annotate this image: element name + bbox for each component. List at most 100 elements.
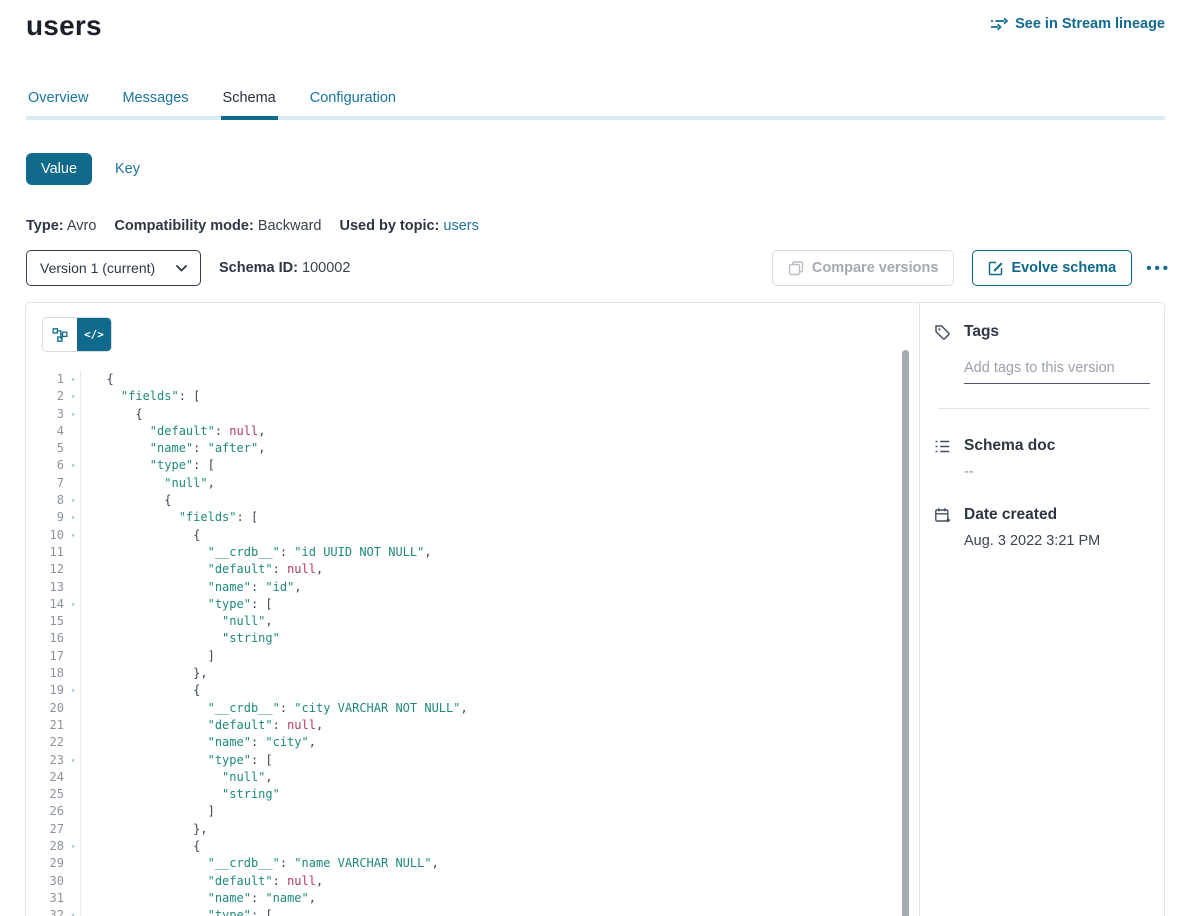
tab-overview[interactable]: Overview: [26, 90, 90, 116]
fold-toggle-icon[interactable]: ▾: [66, 596, 81, 613]
code-line: 21 "default": null,: [26, 717, 919, 734]
version-dropdown[interactable]: Version 1 (current): [26, 250, 201, 286]
compare-versions-label: Compare versions: [812, 260, 939, 276]
line-number: 4: [26, 423, 66, 440]
schema-meta-row: Type: Avro Compatibility mode: Backward …: [26, 218, 1163, 234]
code-editor[interactable]: 1▾ {2▾ "fields": [3▾ {4 "default": null,…: [26, 371, 919, 916]
stream-lineage-icon: [991, 17, 1008, 31]
fold-toggle-icon: [66, 803, 81, 820]
code-view-icon: </>: [84, 328, 104, 341]
tab-schema[interactable]: Schema: [221, 90, 278, 120]
fold-toggle-icon: [66, 423, 81, 440]
code-line-text: "null",: [81, 613, 273, 630]
line-number: 32: [26, 907, 66, 916]
line-number: 8: [26, 492, 66, 509]
tags-section: Tags: [934, 323, 1150, 384]
version-bar: Version 1 (current) Schema ID: 100002 Co…: [26, 250, 1171, 286]
line-number: 15: [26, 613, 66, 630]
line-number: 11: [26, 544, 66, 561]
code-line: 10▾ {: [26, 527, 919, 544]
page-header: users See in Stream lineage: [0, 0, 1189, 42]
code-line-text: "fields": [: [81, 509, 258, 526]
code-line: 2▾ "fields": [: [26, 388, 919, 405]
compare-versions-button[interactable]: Compare versions: [772, 250, 955, 286]
code-line-text: {: [81, 406, 143, 423]
fold-toggle-icon: [66, 440, 81, 457]
evolve-schema-button[interactable]: Evolve schema: [972, 250, 1132, 286]
code-line: 18 },: [26, 665, 919, 682]
compatibility-mode-label: Compatibility mode:: [114, 218, 253, 234]
fold-toggle-icon[interactable]: ▾: [66, 838, 81, 855]
add-tags-input[interactable]: [964, 360, 1150, 384]
tab-configuration[interactable]: Configuration: [308, 90, 398, 116]
code-line: 11 "__crdb__": "id UUID NOT NULL",: [26, 544, 919, 561]
fold-toggle-icon[interactable]: ▾: [66, 388, 81, 405]
fold-toggle-icon: [66, 665, 81, 682]
stream-lineage-link[interactable]: See in Stream lineage: [991, 16, 1165, 32]
line-number: 29: [26, 855, 66, 872]
code-line-text: "default": null,: [81, 423, 265, 440]
schema-type-label: Type:: [26, 218, 64, 234]
code-view-button[interactable]: </>: [77, 318, 111, 351]
code-line-text: "name": "after",: [81, 440, 265, 457]
code-line: 13 "name": "id",: [26, 579, 919, 596]
fold-toggle-icon[interactable]: ▾: [66, 752, 81, 769]
code-line: 17 ]: [26, 648, 919, 665]
code-line-text: {: [81, 838, 200, 855]
code-line: 6▾ "type": [: [26, 457, 919, 474]
code-line-text: "name": "id",: [81, 579, 302, 596]
code-line: 25 "string": [26, 786, 919, 803]
schema-part-toggle: Value Key: [26, 153, 1163, 185]
code-line: 23▾ "type": [: [26, 752, 919, 769]
line-number: 21: [26, 717, 66, 734]
edit-icon: [988, 261, 1003, 276]
schema-doc-section: Schema doc --: [934, 437, 1150, 480]
code-line-text: },: [81, 665, 208, 682]
code-line: 28▾ {: [26, 838, 919, 855]
line-number: 30: [26, 873, 66, 890]
more-actions-button[interactable]: •••: [1146, 261, 1171, 276]
fold-toggle-icon[interactable]: ▾: [66, 371, 81, 388]
fold-toggle-icon: [66, 544, 81, 561]
date-created-heading: Date created: [964, 506, 1150, 524]
fold-toggle-icon[interactable]: ▾: [66, 457, 81, 474]
schema-sidebar: Tags Schema doc -- Date crea: [920, 303, 1164, 916]
code-line-text: "default": null,: [81, 873, 323, 890]
sidebar-divider: [938, 408, 1150, 409]
fold-toggle-icon: [66, 786, 81, 803]
code-line: 24 "null",: [26, 769, 919, 786]
code-line: 14▾ "type": [: [26, 596, 919, 613]
code-line-text: "fields": [: [81, 388, 200, 405]
fold-toggle-icon[interactable]: ▾: [66, 509, 81, 526]
fold-toggle-icon[interactable]: ▾: [66, 907, 81, 916]
schema-editor: </> 1▾ {2▾ "fields": [3▾ {4 "default": n…: [26, 303, 920, 916]
tree-view-button[interactable]: [43, 318, 77, 351]
fold-toggle-icon: [66, 648, 81, 665]
line-number: 17: [26, 648, 66, 665]
schema-doc-value: --: [964, 464, 1150, 480]
editor-vertical-scrollbar[interactable]: [902, 350, 909, 916]
code-line: 26 ]: [26, 803, 919, 820]
tab-messages[interactable]: Messages: [120, 90, 190, 116]
code-line: 5 "name": "after",: [26, 440, 919, 457]
line-number: 25: [26, 786, 66, 803]
fold-toggle-icon: [66, 475, 81, 492]
key-toggle-button[interactable]: Key: [115, 161, 140, 177]
fold-toggle-icon[interactable]: ▾: [66, 492, 81, 509]
code-line-text: "__crdb__": "city VARCHAR NOT NULL",: [81, 700, 468, 717]
fold-toggle-icon[interactable]: ▾: [66, 406, 81, 423]
line-number: 24: [26, 769, 66, 786]
version-dropdown-value: Version 1 (current): [40, 260, 155, 276]
fold-toggle-icon: [66, 717, 81, 734]
value-toggle-button[interactable]: Value: [26, 153, 92, 185]
code-line: 27 },: [26, 821, 919, 838]
topic-link[interactable]: users: [443, 218, 478, 234]
fold-toggle-icon[interactable]: ▾: [66, 682, 81, 699]
code-line-text: "__crdb__": "id UUID NOT NULL",: [81, 544, 432, 561]
code-line-text: "name": "city",: [81, 734, 316, 751]
code-line: 15 "null",: [26, 613, 919, 630]
code-line-text: "type": [: [81, 457, 215, 474]
fold-toggle-icon[interactable]: ▾: [66, 527, 81, 544]
line-number: 6: [26, 457, 66, 474]
code-line: 22 "name": "city",: [26, 734, 919, 751]
